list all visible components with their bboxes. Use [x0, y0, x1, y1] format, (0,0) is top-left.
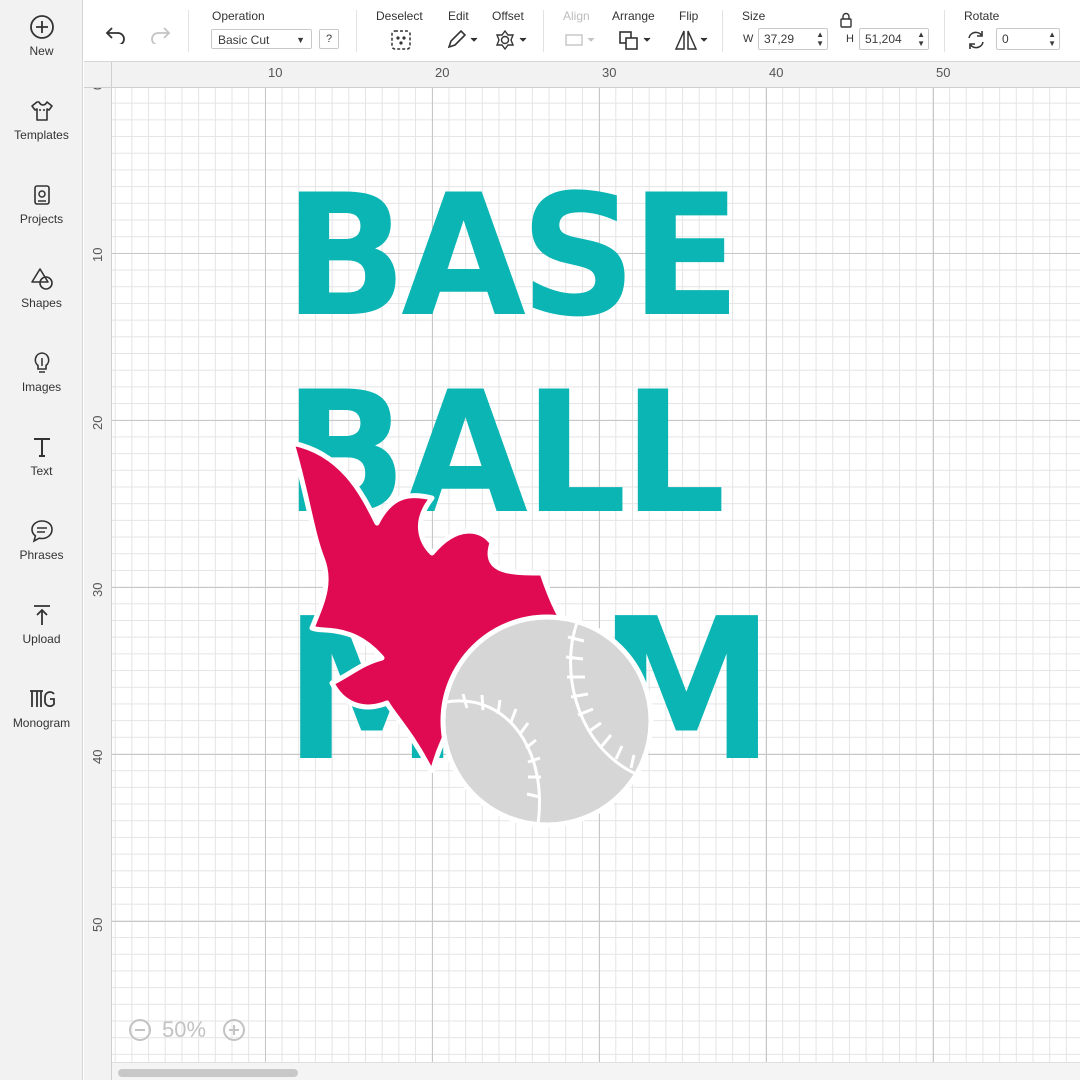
rotate-label: Rotate [964, 9, 1000, 23]
height-input[interactable]: 51,204 ▲ ▼ [859, 28, 929, 50]
sidebar-label: Phrases [19, 548, 64, 562]
zoom-in-icon[interactable] [222, 1018, 246, 1042]
shapes-icon [30, 268, 53, 290]
sidebar-label: Projects [19, 212, 64, 226]
sidebar-label: Shapes [21, 296, 62, 310]
ruler-tick-label: 20 [435, 65, 450, 80]
sidebar-item-images[interactable]: Images [0, 350, 83, 420]
text-t-icon [33, 438, 50, 457]
sidebar-label: Monogram [12, 716, 71, 730]
pencil-icon[interactable] [445, 29, 479, 51]
clipboard-icon [33, 185, 50, 205]
sidebar-label: Upload [22, 632, 61, 646]
sidebar-item-phrases[interactable]: Phrases [0, 518, 83, 588]
deselect-label: Deselect [376, 9, 423, 23]
sidebar-item-upload[interactable]: Upload [0, 602, 83, 672]
upload-icon [33, 605, 50, 625]
width-input[interactable]: 37,29 ▲ ▼ [758, 28, 828, 50]
deselect-icon[interactable] [390, 29, 412, 51]
undo-icon[interactable] [104, 24, 128, 44]
ruler-tick-label: 10 [268, 65, 283, 80]
plus-circle-icon [29, 15, 54, 39]
operation-value: Basic Cut [218, 33, 270, 47]
ruler-tick-label: 50 [936, 65, 951, 80]
arrange-label: Arrange [612, 9, 655, 23]
align-label: Align [563, 9, 590, 23]
operation-help-button[interactable]: ? [319, 29, 339, 49]
speech-bubble-icon [30, 520, 53, 543]
sidebar-item-monogram[interactable]: Monogram [0, 686, 83, 756]
size-label: Size [742, 9, 766, 23]
ruler-tick-label: 50 [90, 917, 105, 932]
ruler-tick-label: 30 [90, 582, 105, 597]
rotate-input[interactable]: 0 ▲ ▼ [996, 28, 1060, 50]
spinner-icon[interactable]: ▲ ▼ [1048, 30, 1056, 48]
top-toolbar: Operation Basic Cut ▼ ? Deselect Edit Of… [84, 0, 1080, 62]
sidebar-label: Templates [14, 128, 69, 142]
spinner-icon[interactable]: ▲ ▼ [816, 30, 824, 48]
redo-icon[interactable] [148, 24, 172, 44]
rotate-value: 0 [1002, 32, 1009, 46]
operation-select[interactable]: Basic Cut ▼ [211, 29, 312, 49]
horizontal-scrollbar[interactable] [112, 1062, 1080, 1080]
ruler-tick-label: 40 [769, 65, 784, 80]
ruler-tick-label: 10 [90, 247, 105, 262]
zoom-level: 50% [162, 1017, 207, 1042]
offset-icon[interactable] [493, 29, 529, 51]
arrange-icon[interactable] [617, 29, 653, 51]
sidebar-label: New [29, 44, 54, 58]
sidebar-item-new[interactable]: New [0, 14, 83, 84]
design-canvas[interactable]: BASE BALL MOM [112, 88, 1080, 1062]
height-prefix: H [846, 33, 854, 45]
sidebar-item-templates[interactable]: Templates [0, 98, 83, 168]
left-ruler: 0 10 20 30 40 50 [84, 62, 112, 1080]
scrollbar-thumb[interactable] [118, 1069, 298, 1077]
sidebar-item-text[interactable]: Text [0, 434, 83, 504]
top-ruler: 10 20 30 40 50 [84, 62, 1080, 88]
artwork-line-base[interactable]: BASE [284, 156, 1080, 356]
ruler-corner [84, 62, 112, 88]
edit-label: Edit [448, 9, 469, 23]
offset-label: Offset [492, 9, 524, 23]
monogram-icon [29, 690, 55, 707]
rotate-icon[interactable] [965, 29, 987, 51]
width-value: 37,29 [764, 32, 795, 46]
baseball-graphic[interactable] [438, 612, 656, 830]
height-value: 51,204 [865, 32, 902, 46]
lock-icon[interactable] [839, 12, 853, 28]
sidebar-item-projects[interactable]: Projects [0, 182, 83, 252]
chevron-down-icon: ▼ [296, 35, 305, 45]
ruler-tick-label: 20 [90, 415, 105, 430]
sidebar-label: Text [30, 464, 53, 478]
ruler-tick-label: 40 [90, 749, 105, 764]
operation-label: Operation [212, 9, 265, 23]
lightbulb-icon [34, 352, 49, 373]
ruler-tick-label: 30 [602, 65, 617, 80]
width-prefix: W [743, 33, 754, 45]
spinner-icon[interactable]: ▲ ▼ [917, 30, 925, 48]
sidebar-label: Images [21, 380, 62, 394]
zoom-control: 50% [128, 1014, 254, 1046]
left-sidebar: New Templates Projects Shapes Images Tex… [0, 0, 83, 1080]
shirt-icon [30, 101, 53, 121]
flip-icon[interactable] [674, 29, 710, 51]
flip-label: Flip [679, 9, 699, 23]
zoom-out-icon[interactable] [128, 1018, 152, 1042]
sidebar-item-shapes[interactable]: Shapes [0, 266, 83, 336]
align-icon[interactable] [564, 31, 598, 49]
